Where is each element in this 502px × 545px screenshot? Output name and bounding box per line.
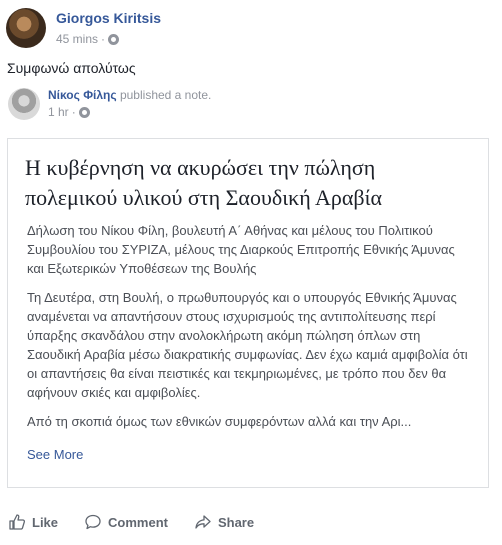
shared-action-text: published a note. <box>116 88 212 102</box>
note-title[interactable]: Η κυβέρνηση να ακυρώσει την πώληση πολεμ… <box>25 153 465 213</box>
note-body: Δήλωση του Νίκου Φίλη, βουλευτή Α΄ Αθήνα… <box>27 221 475 441</box>
globe-icon[interactable] <box>78 106 90 118</box>
action-bar: Like Comment Share <box>0 506 502 538</box>
shared-meta-separator: · <box>71 105 76 119</box>
shared-author-link[interactable]: Νίκος Φίλης <box>48 88 117 102</box>
avatar[interactable] <box>6 8 46 48</box>
note-card[interactable]: Η κυβέρνηση να ακυρώσει την πώληση πολεμ… <box>7 138 489 488</box>
comment-button[interactable]: Comment <box>84 513 168 531</box>
shared-meta: 1 hr · <box>48 105 90 119</box>
share-arrow-icon <box>195 515 211 529</box>
shared-timestamp[interactable]: 1 hr <box>48 105 69 119</box>
post-meta: 45 mins · <box>56 32 120 46</box>
globe-icon[interactable] <box>108 33 120 45</box>
note-paragraph: Δήλωση του Νίκου Φίλη, βουλευτή Α΄ Αθήνα… <box>27 223 455 276</box>
post-timestamp[interactable]: 45 mins <box>56 32 98 46</box>
thumbs-up-icon <box>9 514 26 530</box>
note-paragraph: Από τη σκοπιά όμως των εθνικών συμφερόντ… <box>27 414 412 429</box>
note-paragraph: Τη Δευτέρα, στη Βουλή, ο πρωθυπουργός κα… <box>27 290 468 400</box>
like-button[interactable]: Like <box>8 513 58 531</box>
shared-line: Νίκος Φίλης published a note. <box>48 88 211 102</box>
shared-header: Νίκος Φίλης published a note. 1 hr · <box>8 88 488 122</box>
see-more-link[interactable]: See More <box>27 447 83 462</box>
comment-label: Comment <box>108 514 168 530</box>
shared-avatar[interactable] <box>8 88 40 120</box>
share-label: Share <box>217 514 255 530</box>
post-header: Giorgos Kiritsis 45 mins · <box>6 6 486 48</box>
meta-separator: · <box>101 32 106 46</box>
speech-bubble-icon <box>85 514 101 530</box>
post-text: Συμφωνώ απολύτως <box>7 60 136 76</box>
like-label: Like <box>32 514 59 530</box>
post-author-link[interactable]: Giorgos Kiritsis <box>56 10 161 26</box>
share-button[interactable]: Share <box>194 513 254 531</box>
